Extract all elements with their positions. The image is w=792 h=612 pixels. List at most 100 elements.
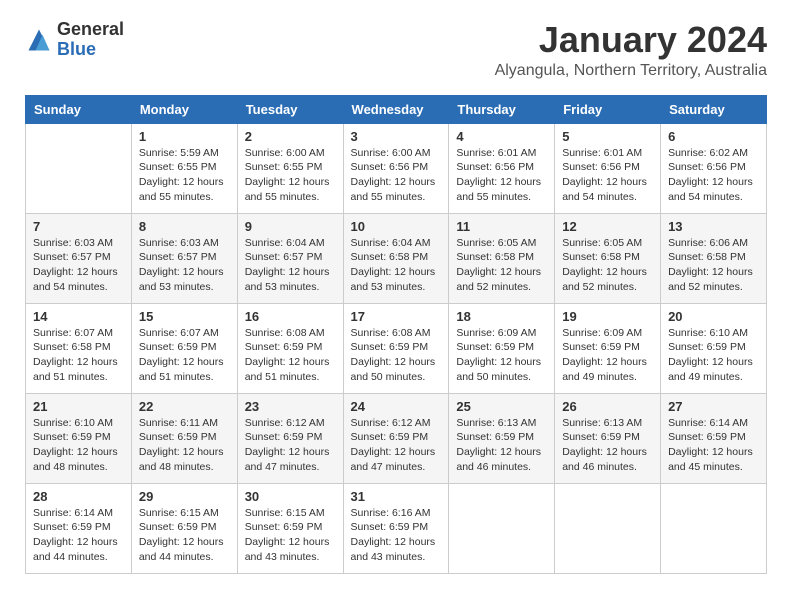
day-info: Sunrise: 6:10 AM Sunset: 6:59 PM Dayligh… <box>33 416 124 475</box>
day-number: 7 <box>33 219 124 234</box>
calendar-week-row: 14Sunrise: 6:07 AM Sunset: 6:58 PM Dayli… <box>26 303 767 393</box>
logo-blue-text: Blue <box>57 40 124 60</box>
day-number: 5 <box>562 129 653 144</box>
title-block: January 2024 Alyangula, Northern Territo… <box>495 20 767 80</box>
day-info: Sunrise: 6:14 AM Sunset: 6:59 PM Dayligh… <box>33 506 124 565</box>
day-number: 26 <box>562 399 653 414</box>
table-row: 3 Sunrise: 6:00 AM Sunset: 6:56 PM Daylig… <box>343 123 449 213</box>
table-row: 4Sunrise: 6:01 AM Sunset: 6:56 PM Daylig… <box>449 123 555 213</box>
day-info: Sunrise: 6:00 AM Sunset: 6:56 PM Dayligh… <box>351 146 442 205</box>
table-row: 23 Sunrise: 6:12 AM Sunset: 6:59 PM Dayli… <box>237 393 343 483</box>
table-row <box>661 483 767 573</box>
day-number: 21 <box>33 399 124 414</box>
day-info: Sunrise: 6:05 AM Sunset: 6:58 PM Dayligh… <box>456 236 547 295</box>
day-info: Sunrise: 6:12 AM Sunset: 6:59 PM Dayligh… <box>245 416 336 475</box>
header-thursday: Thursday <box>449 95 555 123</box>
day-number: 9 <box>245 219 336 234</box>
table-row: 26 Sunrise: 6:13 AM Sunset: 6:59 PM Dayli… <box>555 393 661 483</box>
day-info: Sunrise: 6:13 AM Sunset: 6:59 PM Dayligh… <box>456 416 547 475</box>
table-row <box>555 483 661 573</box>
day-info: Sunrise: 6:07 AM Sunset: 6:58 PM Dayligh… <box>33 326 124 385</box>
table-row: 10Sunrise: 6:04 AM Sunset: 6:58 PM Dayli… <box>343 213 449 303</box>
table-row: 6Sunrise: 6:02 AM Sunset: 6:56 PM Daylig… <box>661 123 767 213</box>
table-row: 27Sunrise: 6:14 AM Sunset: 6:59 PM Dayli… <box>661 393 767 483</box>
calendar-table: Sunday Monday Tuesday Wednesday Thursday… <box>25 95 767 574</box>
table-row: 21 Sunrise: 6:10 AM Sunset: 6:59 PM Dayli… <box>26 393 132 483</box>
table-row: 24 Sunrise: 6:12 AM Sunset: 6:59 PM Dayli… <box>343 393 449 483</box>
day-info: Sunrise: 6:05 AM Sunset: 6:58 PM Dayligh… <box>562 236 653 295</box>
day-info: Sunrise: 6:09 AM Sunset: 6:59 PM Dayligh… <box>562 326 653 385</box>
day-number: 12 <box>562 219 653 234</box>
table-row: 18 Sunrise: 6:09 AM Sunset: 6:59 PM Dayli… <box>449 303 555 393</box>
table-row: 20 Sunrise: 6:10 AM Sunset: 6:59 PM Dayli… <box>661 303 767 393</box>
day-number: 31 <box>351 489 442 504</box>
day-number: 15 <box>139 309 230 324</box>
day-number: 4 <box>456 129 547 144</box>
day-number: 20 <box>668 309 759 324</box>
table-row <box>26 123 132 213</box>
day-number: 10 <box>351 219 442 234</box>
month-title: January 2024 <box>495 20 767 60</box>
table-row: 13Sunrise: 6:06 AM Sunset: 6:58 PM Dayli… <box>661 213 767 303</box>
day-number: 19 <box>562 309 653 324</box>
table-row: 1 Sunrise: 5:59 AM Sunset: 6:55 PM Daylig… <box>131 123 237 213</box>
header-monday: Monday <box>131 95 237 123</box>
table-row: 28 Sunrise: 6:14 AM Sunset: 6:59 PM Dayli… <box>26 483 132 573</box>
table-row: 7 Sunrise: 6:03 AM Sunset: 6:57 PM Daylig… <box>26 213 132 303</box>
day-number: 29 <box>139 489 230 504</box>
logo: General Blue <box>25 20 124 60</box>
day-info: Sunrise: 6:11 AM Sunset: 6:59 PM Dayligh… <box>139 416 230 475</box>
calendar-week-row: 28 Sunrise: 6:14 AM Sunset: 6:59 PM Dayli… <box>26 483 767 573</box>
day-number: 23 <box>245 399 336 414</box>
table-row: 5Sunrise: 6:01 AM Sunset: 6:56 PM Daylig… <box>555 123 661 213</box>
logo-icon <box>25 26 53 54</box>
page-header: General Blue January 2024 Alyangula, Nor… <box>25 20 767 80</box>
calendar-week-row: 1 Sunrise: 5:59 AM Sunset: 6:55 PM Daylig… <box>26 123 767 213</box>
day-number: 24 <box>351 399 442 414</box>
table-row: 2 Sunrise: 6:00 AM Sunset: 6:55 PM Daylig… <box>237 123 343 213</box>
day-number: 2 <box>245 129 336 144</box>
day-number: 3 <box>351 129 442 144</box>
table-row: 11Sunrise: 6:05 AM Sunset: 6:58 PM Dayli… <box>449 213 555 303</box>
table-row: 16Sunrise: 6:08 AM Sunset: 6:59 PM Dayli… <box>237 303 343 393</box>
table-row: 31 Sunrise: 6:16 AM Sunset: 6:59 PM Dayli… <box>343 483 449 573</box>
table-row <box>449 483 555 573</box>
day-info: Sunrise: 6:09 AM Sunset: 6:59 PM Dayligh… <box>456 326 547 385</box>
header-friday: Friday <box>555 95 661 123</box>
table-row: 15Sunrise: 6:07 AM Sunset: 6:59 PM Dayli… <box>131 303 237 393</box>
day-info: Sunrise: 6:16 AM Sunset: 6:59 PM Dayligh… <box>351 506 442 565</box>
day-number: 28 <box>33 489 124 504</box>
day-info: Sunrise: 6:10 AM Sunset: 6:59 PM Dayligh… <box>668 326 759 385</box>
table-row: 25 Sunrise: 6:13 AM Sunset: 6:59 PM Dayli… <box>449 393 555 483</box>
weekday-header-row: Sunday Monday Tuesday Wednesday Thursday… <box>26 95 767 123</box>
day-info: Sunrise: 6:00 AM Sunset: 6:55 PM Dayligh… <box>245 146 336 205</box>
header-saturday: Saturday <box>661 95 767 123</box>
day-number: 16 <box>245 309 336 324</box>
day-number: 25 <box>456 399 547 414</box>
day-number: 22 <box>139 399 230 414</box>
day-info: Sunrise: 6:03 AM Sunset: 6:57 PM Dayligh… <box>139 236 230 295</box>
day-number: 18 <box>456 309 547 324</box>
header-wednesday: Wednesday <box>343 95 449 123</box>
calendar-week-row: 21 Sunrise: 6:10 AM Sunset: 6:59 PM Dayli… <box>26 393 767 483</box>
day-info: Sunrise: 6:15 AM Sunset: 6:59 PM Dayligh… <box>139 506 230 565</box>
day-number: 13 <box>668 219 759 234</box>
day-info: Sunrise: 6:02 AM Sunset: 6:56 PM Dayligh… <box>668 146 759 205</box>
table-row: 12 Sunrise: 6:05 AM Sunset: 6:58 PM Dayli… <box>555 213 661 303</box>
logo-general-text: General <box>57 20 124 40</box>
table-row: 22 Sunrise: 6:11 AM Sunset: 6:59 PM Dayli… <box>131 393 237 483</box>
day-info: Sunrise: 6:04 AM Sunset: 6:57 PM Dayligh… <box>245 236 336 295</box>
day-info: Sunrise: 5:59 AM Sunset: 6:55 PM Dayligh… <box>139 146 230 205</box>
day-info: Sunrise: 6:15 AM Sunset: 6:59 PM Dayligh… <box>245 506 336 565</box>
table-row: 19 Sunrise: 6:09 AM Sunset: 6:59 PM Dayli… <box>555 303 661 393</box>
day-info: Sunrise: 6:13 AM Sunset: 6:59 PM Dayligh… <box>562 416 653 475</box>
table-row: 14Sunrise: 6:07 AM Sunset: 6:58 PM Dayli… <box>26 303 132 393</box>
day-number: 8 <box>139 219 230 234</box>
day-info: Sunrise: 6:03 AM Sunset: 6:57 PM Dayligh… <box>33 236 124 295</box>
calendar-week-row: 7 Sunrise: 6:03 AM Sunset: 6:57 PM Daylig… <box>26 213 767 303</box>
table-row: 9 Sunrise: 6:04 AM Sunset: 6:57 PM Daylig… <box>237 213 343 303</box>
day-number: 1 <box>139 129 230 144</box>
day-info: Sunrise: 6:12 AM Sunset: 6:59 PM Dayligh… <box>351 416 442 475</box>
table-row: 8 Sunrise: 6:03 AM Sunset: 6:57 PM Daylig… <box>131 213 237 303</box>
table-row: 30Sunrise: 6:15 AM Sunset: 6:59 PM Dayli… <box>237 483 343 573</box>
